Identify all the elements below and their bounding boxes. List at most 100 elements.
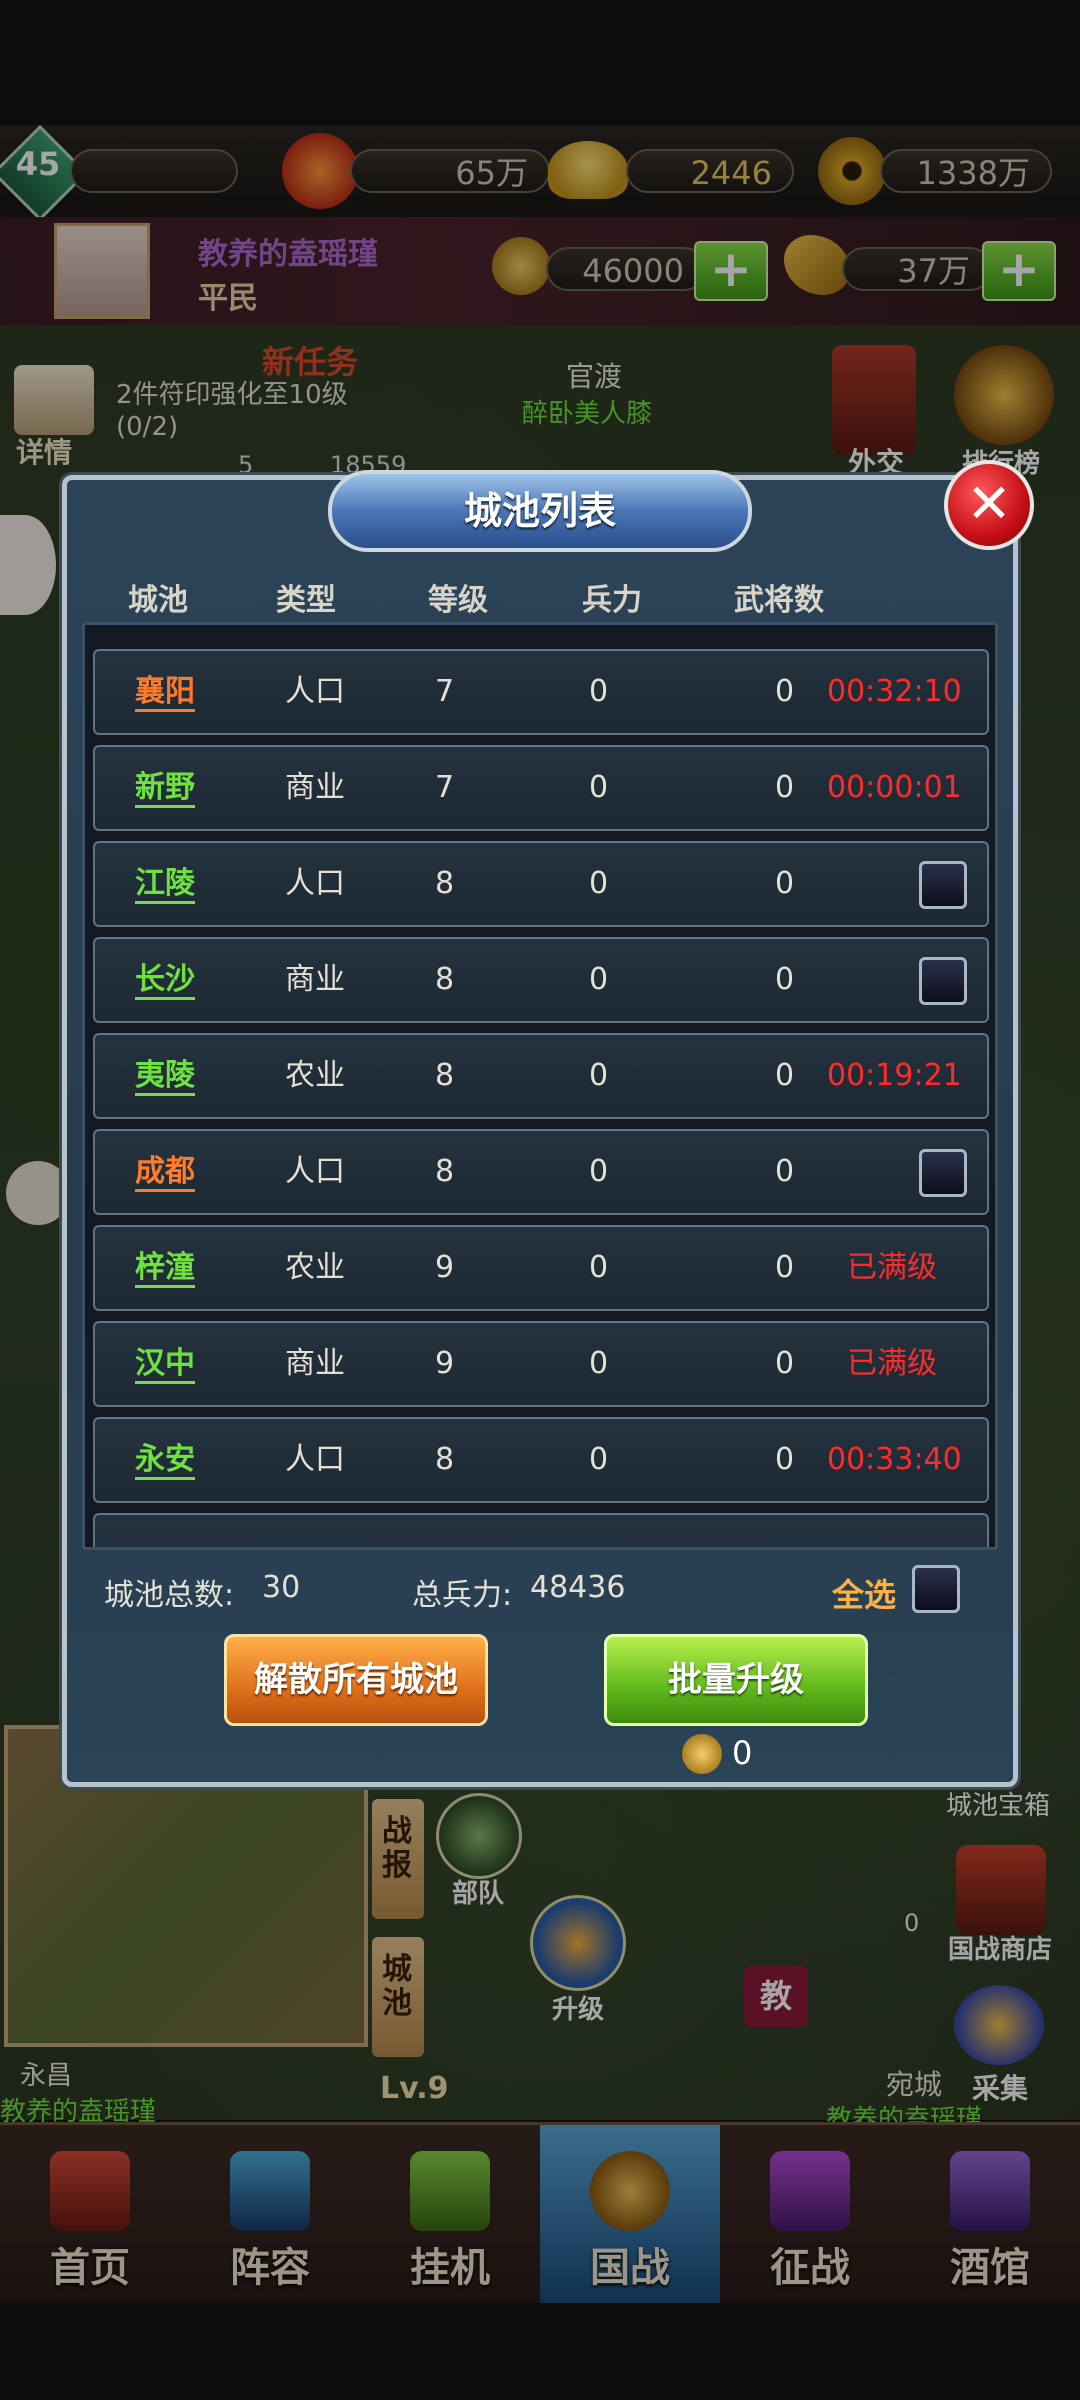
top-resource-bar: 45 65万 2446 1338万	[0, 124, 1080, 222]
city-troops: 0	[589, 770, 609, 805]
city-troops: 0	[589, 1058, 609, 1093]
city-select-checkbox[interactable]	[919, 957, 967, 1005]
city-name[interactable]: 成都	[135, 1131, 195, 1213]
place-yongchang: 永昌	[20, 2061, 73, 2091]
city-troops: 0	[589, 1154, 609, 1189]
disband-all-button[interactable]: 解散所有城池	[224, 1634, 488, 1726]
close-button[interactable]: ✕	[944, 460, 1034, 550]
tavern-icon	[950, 2151, 1030, 2231]
city-troops: 0	[589, 962, 609, 997]
city-level: 8	[435, 1154, 455, 1189]
add-grain-button[interactable]: +	[982, 241, 1056, 301]
task-text[interactable]: 2件符印强化至10级(0/2)	[116, 379, 356, 443]
exp-bar	[70, 149, 238, 193]
batch-upgrade-button[interactable]: 批量升级	[604, 1634, 868, 1726]
nav-tavern[interactable]: 酒馆	[900, 2125, 1080, 2303]
city-upgrade-timer: 00:00:01	[827, 770, 962, 805]
city-generals: 0	[775, 1250, 795, 1285]
city-row[interactable]: 夷陵 农业 8 0 0 00:19:21	[93, 1033, 989, 1119]
task-detail-link[interactable]: 详情	[16, 431, 72, 471]
city-max-level: 已满级	[847, 1346, 937, 1381]
city-row[interactable]: 梓潼 农业 9 0 0 已满级	[93, 1225, 989, 1311]
collect-button[interactable]	[954, 1985, 1044, 2065]
add-silver-button[interactable]: +	[694, 241, 768, 301]
city-type: 人口	[285, 866, 345, 901]
place-guandu[interactable]: 官渡	[566, 355, 622, 395]
city-level: 7	[435, 674, 455, 709]
city-name[interactable]: 夷陵	[135, 1035, 195, 1117]
idle-icon	[410, 2151, 490, 2231]
avatar[interactable]	[54, 223, 150, 319]
select-all-checkbox[interactable]	[912, 1565, 960, 1613]
city-name[interactable]: 永安	[135, 1419, 195, 1501]
city-row[interactable]: 江陵 人口 8 0 0	[93, 841, 989, 927]
city-name[interactable]: 襄阳	[135, 651, 195, 733]
ingot-value: 2446	[626, 149, 794, 193]
level-tag: Lv.9	[380, 2071, 449, 2106]
nav-lineup-label: 阵容	[230, 2245, 310, 2291]
city-select-checkbox[interactable]	[919, 861, 967, 909]
city-row[interactable]: 永安 人口 8 0 0 00:33:40	[93, 1417, 989, 1503]
city-row[interactable]: 新野 商业 7 0 0 00:00:01	[93, 745, 989, 831]
city-level: 8	[435, 1442, 455, 1477]
city-name[interactable]: 长沙	[135, 939, 195, 1021]
troops-button[interactable]	[436, 1793, 522, 1879]
nav-idle[interactable]: 挂机	[360, 2125, 540, 2303]
player-rank: 平民	[198, 281, 258, 316]
ranking-button[interactable]	[954, 345, 1054, 445]
power-icon	[282, 133, 358, 209]
upgrade-cost: 0	[732, 1734, 753, 1772]
nav-campaign-label: 征战	[770, 2245, 850, 2291]
city-troops: 0	[589, 866, 609, 901]
left-side-button[interactable]	[0, 515, 56, 615]
header-generals: 武将数	[734, 583, 824, 618]
upgrade-button[interactable]	[530, 1895, 626, 1991]
city-name[interactable]: 新野	[135, 747, 195, 829]
city-select-checkbox[interactable]	[919, 1149, 967, 1197]
silver-value: 46000	[546, 247, 706, 291]
city-level: 8	[435, 1058, 455, 1093]
city-troops: 0	[589, 1442, 609, 1477]
city-level: 9	[435, 1250, 455, 1285]
task-icon[interactable]	[14, 365, 94, 435]
city-row[interactable]: 长沙 商业 8 0 0	[93, 937, 989, 1023]
bottom-nav: 首页 阵容 挂机 国战 征战 酒馆	[0, 2122, 1080, 2303]
nav-nation-war[interactable]: 国战	[540, 2125, 720, 2303]
nav-home[interactable]: 首页	[0, 2125, 180, 2303]
city-list[interactable]: 襄阳 人口 7 0 0 00:32:10 新野 商业 7 0 0 00:00:01 江陵 人口 8 0 0 长沙商…	[82, 622, 998, 1550]
nav-idle-label: 挂机	[410, 2245, 490, 2291]
select-all-label[interactable]: 全选	[832, 1570, 896, 1616]
nation-shop-button[interactable]	[956, 1845, 1046, 1935]
city-type: 人口	[285, 674, 345, 709]
nav-lineup[interactable]: 阵容	[180, 2125, 360, 2303]
city-troops: 0	[589, 674, 609, 709]
city-row[interactable]: 汉中 商业 9 0 0 已满级	[93, 1321, 989, 1407]
city-tab-label: 城池	[382, 1952, 412, 2021]
city-row[interactable]: 襄阳 人口 7 0 0 00:32:10	[93, 649, 989, 735]
city-row[interactable]: 成都 人口 8 0 0	[93, 1129, 989, 1215]
city-type: 商业	[285, 770, 345, 805]
upgrade-label: 升级	[552, 1995, 605, 2025]
city-name[interactable]: 汉中	[135, 1323, 195, 1405]
nav-home-label: 首页	[50, 2245, 130, 2291]
nav-nation-war-label: 国战	[590, 2245, 670, 2291]
city-name[interactable]: 江陵	[135, 843, 195, 925]
city-box-label[interactable]: 城池宝箱	[946, 1785, 1050, 1822]
cost-coin-icon	[682, 1734, 722, 1774]
grain-icon	[784, 235, 850, 295]
city-upgrade-timer: 00:32:10	[827, 674, 962, 709]
player-name: 教养的盍瑶瑾	[198, 237, 378, 272]
city-type: 人口	[285, 1442, 345, 1477]
city-row[interactable]	[93, 1513, 989, 1547]
chat-button[interactable]	[6, 1161, 70, 1225]
teach-badge[interactable]: 教	[744, 1965, 808, 2027]
place-guandu-owner: 醉卧美人膝	[522, 399, 653, 429]
coin-value: 1338万	[880, 149, 1052, 193]
city-type: 商业	[285, 962, 345, 997]
city-name[interactable]: 梓潼	[135, 1227, 195, 1309]
nav-campaign[interactable]: 征战	[720, 2125, 900, 2303]
city-troops: 0	[589, 1250, 609, 1285]
diplomacy-button[interactable]	[832, 345, 916, 455]
ingot-icon	[548, 141, 628, 199]
close-icon: ✕	[966, 472, 1012, 535]
